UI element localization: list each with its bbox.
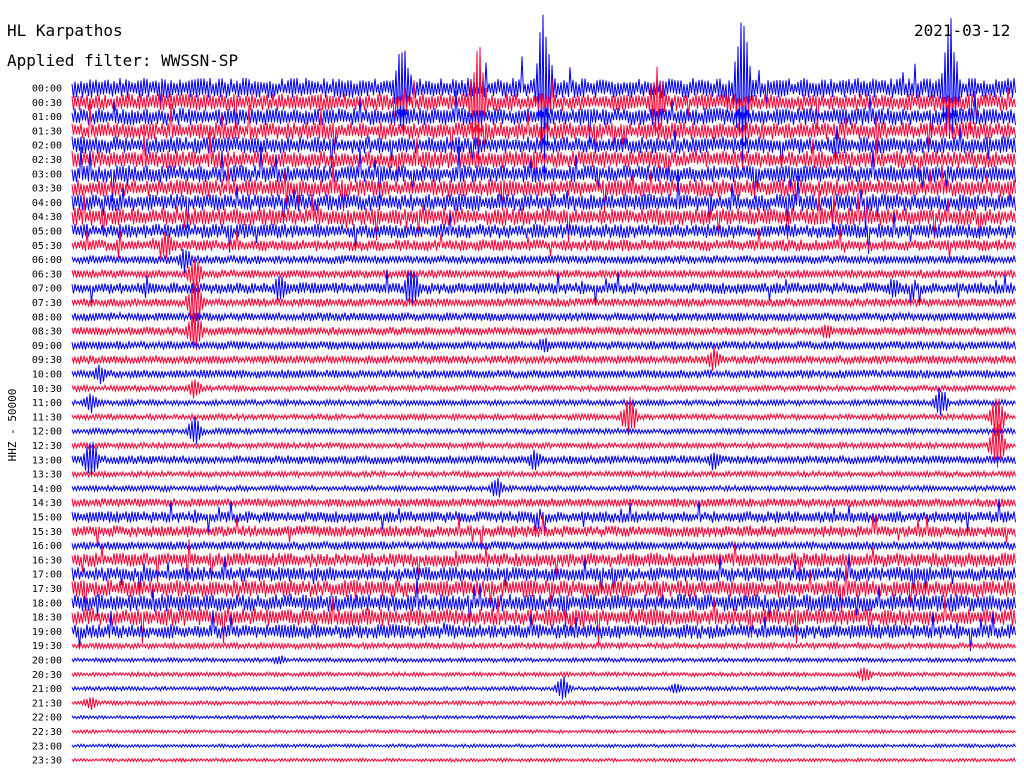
trace-row bbox=[71, 714, 1016, 721]
y-tick-label: 08:00 bbox=[32, 312, 62, 323]
y-tick-label: 19:00 bbox=[32, 627, 62, 638]
y-tick-label: 18:00 bbox=[32, 598, 62, 609]
y-tick-label: 18:30 bbox=[32, 613, 62, 624]
filter-label: Applied filter: WWSSN-SP bbox=[7, 51, 239, 70]
trace-row bbox=[71, 379, 1016, 399]
y-tick-label: 12:30 bbox=[32, 441, 62, 452]
y-tick-label: 21:00 bbox=[32, 684, 62, 695]
y-tick-label: 16:00 bbox=[32, 541, 62, 552]
y-tick-label: 06:00 bbox=[32, 255, 62, 266]
trace-row bbox=[71, 388, 1016, 416]
trace-rows bbox=[71, 14, 1016, 764]
trace-row bbox=[71, 640, 1016, 651]
y-tick-label: 04:30 bbox=[32, 212, 62, 223]
trace-row bbox=[71, 248, 1016, 274]
trace-row bbox=[71, 539, 1016, 552]
station-title: HL Karpathos bbox=[7, 21, 123, 40]
y-tick-label: 11:30 bbox=[32, 412, 62, 423]
y-tick-label: 01:30 bbox=[32, 126, 62, 137]
trace-row bbox=[71, 655, 1016, 665]
y-tick-label: 23:00 bbox=[32, 741, 62, 752]
trace-row bbox=[71, 310, 1016, 323]
y-tick-label: 05:30 bbox=[32, 241, 62, 252]
y-tick-label: 06:30 bbox=[32, 269, 62, 280]
trace-row bbox=[71, 477, 1016, 498]
y-tick-label: 15:30 bbox=[32, 527, 62, 538]
y-tick-label: 01:00 bbox=[32, 112, 62, 123]
trace-row bbox=[71, 728, 1016, 735]
y-tick-label: 10:00 bbox=[32, 370, 62, 381]
y-tick-label: 03:30 bbox=[32, 184, 62, 195]
y-tick-label: 14:30 bbox=[32, 498, 62, 509]
y-tick-label: 15:00 bbox=[32, 513, 62, 524]
y-tick-label: 04:00 bbox=[32, 198, 62, 209]
trace-row bbox=[71, 757, 1016, 764]
trace-row bbox=[71, 416, 1016, 445]
y-tick-label: 00:30 bbox=[32, 98, 62, 109]
y-tick-label: 21:30 bbox=[32, 698, 62, 709]
y-tick-labels: 00:00 00:30 01:00 01:30 02:00 02:30 03:00 03:30… bbox=[32, 84, 62, 767]
y-tick-label: 16:30 bbox=[32, 555, 62, 566]
y-tick-label: 00:00 bbox=[32, 84, 62, 95]
y-tick-label: 17:00 bbox=[32, 570, 62, 581]
y-tick-label: 02:30 bbox=[32, 155, 62, 166]
y-tick-label: 03:00 bbox=[32, 169, 62, 180]
y-tick-label: 08:30 bbox=[32, 327, 62, 338]
y-tick-label: 09:00 bbox=[32, 341, 62, 352]
trace-row bbox=[71, 742, 1016, 749]
y-tick-label: 17:30 bbox=[32, 584, 62, 595]
trace-row bbox=[71, 346, 1016, 371]
trace-row bbox=[71, 667, 1016, 682]
trace-row bbox=[71, 469, 1016, 479]
y-tick-label: 13:30 bbox=[32, 470, 62, 481]
trace-row bbox=[71, 337, 1016, 353]
y-tick-label: 23:30 bbox=[32, 756, 62, 767]
y-tick-label: 14:00 bbox=[32, 484, 62, 495]
trace-row bbox=[71, 676, 1016, 700]
seismogram-plot: 00:00 00:30 01:00 01:30 02:00 02:30 03:00 03:30… bbox=[6, 14, 1016, 767]
trace-row bbox=[71, 364, 1016, 385]
y-tick-label: 13:00 bbox=[32, 455, 62, 466]
y-tick-label: 22:00 bbox=[32, 713, 62, 724]
y-tick-label: 07:30 bbox=[32, 298, 62, 309]
y-tick-label: 07:00 bbox=[32, 284, 62, 295]
y-tick-label: 02:00 bbox=[32, 141, 62, 152]
trace-row bbox=[71, 496, 1016, 509]
y-tick-label: 12:00 bbox=[32, 427, 62, 438]
y-axis-label: HHZ - 50000 bbox=[6, 389, 19, 462]
y-tick-label: 19:30 bbox=[32, 641, 62, 652]
y-tick-label: 20:30 bbox=[32, 670, 62, 681]
y-tick-label: 22:30 bbox=[32, 727, 62, 738]
y-tick-label: 11:00 bbox=[32, 398, 62, 409]
y-tick-label: 20:00 bbox=[32, 656, 62, 667]
trace-row bbox=[71, 697, 1016, 711]
y-tick-label: 10:30 bbox=[32, 384, 62, 395]
date-label: 2021-03-12 bbox=[914, 21, 1011, 40]
y-tick-label: 05:00 bbox=[32, 227, 62, 238]
y-tick-label: 09:30 bbox=[32, 355, 62, 366]
